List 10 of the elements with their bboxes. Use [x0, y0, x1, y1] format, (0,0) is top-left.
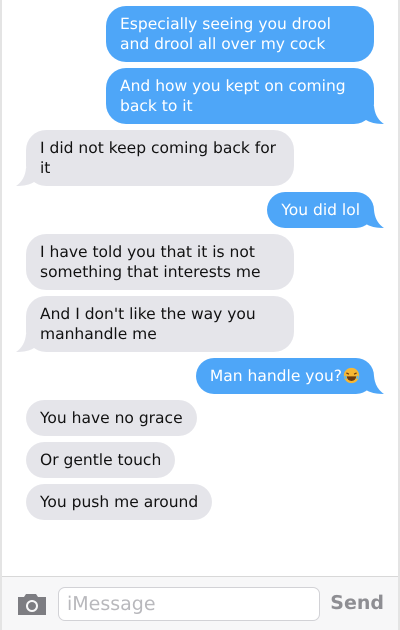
- sent-message: And how you kept on coming back to it: [106, 68, 374, 124]
- send-button[interactable]: Send: [330, 589, 384, 618]
- received-message: I have told you that it is not something that interests me: [26, 234, 294, 290]
- sent-message: Especially seeing you drool and drool all over my cock: [106, 6, 374, 62]
- received-message: Or gentle touch: [26, 442, 176, 478]
- received-message: You have no grace: [26, 400, 197, 436]
- camera-icon[interactable]: [16, 592, 48, 616]
- laughing-emoji-icon: [343, 367, 360, 384]
- message-field[interactable]: iMessage: [58, 586, 320, 620]
- received-message: You push me around: [26, 484, 212, 520]
